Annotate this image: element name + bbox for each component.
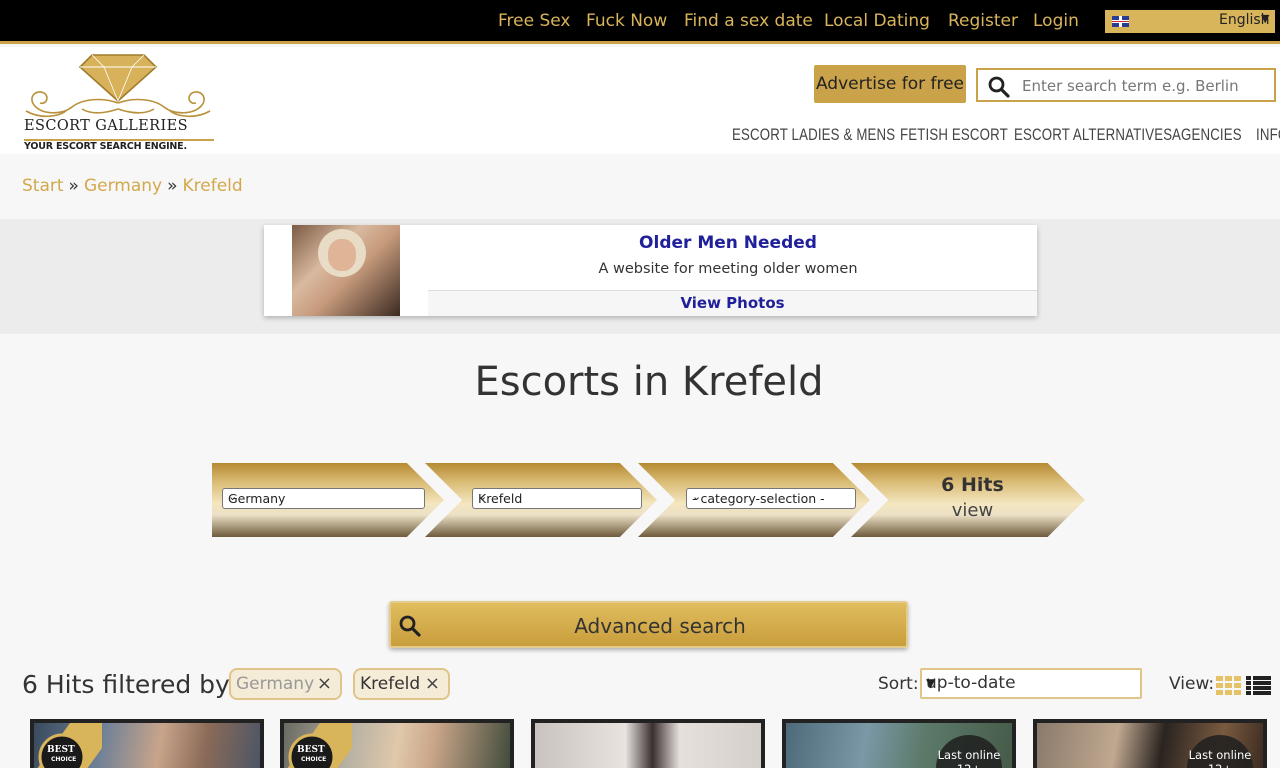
topnav-find-sex-date[interactable]: Find a sex date	[684, 11, 813, 31]
city-select[interactable]: Krefeld ⌄	[472, 488, 642, 509]
search-box[interactable]	[976, 68, 1276, 102]
breadcrumb-separator: »	[68, 176, 79, 196]
nav-agencies[interactable]: AGENCIES	[1172, 125, 1242, 145]
nav-escort-alternatives[interactable]: ESCORT ALTERNATIVES	[1014, 125, 1172, 145]
header: ESCORT GALLERIES YOUR ESCORT SEARCH ENGI…	[0, 47, 1280, 154]
profile-card[interactable]: BEST CHOICE	[30, 719, 264, 768]
hits-count[interactable]: 6 Hits	[900, 474, 1045, 496]
topnav-free-sex[interactable]: Free Sex	[498, 11, 571, 31]
ad-area: Older Men Needed A website for meeting o…	[0, 219, 1280, 334]
sort-label: Sort:	[878, 674, 919, 694]
view-label: View:	[1169, 674, 1215, 694]
chevron-down-icon: ⌄	[478, 490, 488, 503]
chevron-down-icon: ⌄	[228, 490, 238, 503]
breadcrumb-separator: »	[167, 176, 178, 196]
chevron-down-icon: ⌄	[692, 490, 702, 503]
profile-card[interactable]: Last online 12+ months	[782, 719, 1016, 768]
ad-view-photos-button[interactable]: View Photos	[428, 290, 1037, 316]
language-selector[interactable]: English ▼	[1105, 10, 1275, 33]
badge-sublabel: CHOICE	[301, 756, 327, 763]
breadcrumb-krefeld[interactable]: Krefeld	[182, 176, 242, 196]
caret-down-icon: ▼	[1261, 12, 1270, 25]
profile-card[interactable]: Last online 12+ months	[1033, 719, 1267, 768]
profile-image[interactable]	[535, 723, 761, 768]
search-input[interactable]	[1022, 76, 1262, 96]
filter-chip-krefeld[interactable]: Krefeld ×	[353, 668, 450, 700]
ad-text: A website for meeting older women	[598, 261, 858, 277]
category-select[interactable]: - category-selection - ⌄	[686, 488, 856, 509]
close-icon[interactable]: ×	[317, 670, 332, 698]
page-title: Escorts in Krefeld	[474, 359, 824, 405]
ad-image[interactable]	[292, 225, 400, 316]
breadcrumb-start[interactable]: Start	[22, 176, 64, 196]
uk-flag-icon	[1112, 16, 1129, 27]
badge-label: BEST	[297, 745, 325, 755]
caret-down-icon: ▼	[926, 676, 936, 690]
search-icon[interactable]	[988, 76, 1010, 98]
filter-chip-germany[interactable]: Germany ×	[229, 668, 342, 700]
topnav-fuck-now[interactable]: Fuck Now	[586, 11, 667, 31]
filter-chip-label: Germany	[236, 674, 315, 694]
hits-view-link[interactable]: view	[900, 500, 1045, 521]
top-bar: Free Sex Fuck Now Find a sex date Local …	[0, 0, 1280, 44]
list-view-icon[interactable]	[1246, 676, 1271, 695]
advanced-search-label: Advanced search	[574, 614, 746, 638]
topnav-login[interactable]: Login	[1033, 11, 1079, 31]
topnav-register[interactable]: Register	[948, 11, 1018, 31]
logo-tagline: YOUR ESCORT SEARCH ENGINE.	[24, 141, 187, 152]
badge-label: BEST	[47, 745, 75, 755]
ad-title[interactable]: Older Men Needed	[428, 233, 1028, 253]
nav-info[interactable]: INFO	[1256, 125, 1280, 145]
ad-card[interactable]: Older Men Needed A website for meeting o…	[264, 225, 1037, 316]
nav-escort-ladies-mens[interactable]: ESCORT LADIES & MENS	[732, 125, 895, 145]
profile-card[interactable]: BEST CHOICE	[280, 719, 514, 768]
diamond-logo-icon	[25, 54, 211, 118]
close-icon[interactable]: ×	[425, 670, 440, 698]
country-select[interactable]: Germany ⌄	[222, 488, 425, 509]
filter-chip-label: Krefeld	[360, 674, 421, 694]
advanced-search-button[interactable]: Advanced search	[389, 601, 908, 648]
grid-view-icon[interactable]	[1216, 676, 1241, 695]
advertise-button[interactable]: Advertise for free	[814, 65, 966, 103]
hits-filtered-text: 6 Hits filtered by	[22, 670, 230, 699]
nav-fetish-escort[interactable]: FETISH ESCORT	[900, 125, 1008, 145]
sort-select[interactable]: up-to-date ▼	[920, 668, 1142, 699]
logo[interactable]: ESCORT GALLERIES YOUR ESCORT SEARCH ENGI…	[22, 53, 222, 153]
breadcrumb-germany[interactable]: Germany	[84, 176, 162, 196]
logo-title: ESCORT GALLERIES	[24, 118, 188, 134]
topnav-local-dating[interactable]: Local Dating	[824, 11, 930, 31]
badge-sublabel: CHOICE	[51, 756, 77, 763]
profile-card[interactable]	[531, 719, 765, 768]
breadcrumb: Start» Germany» Krefeld	[22, 176, 243, 196]
